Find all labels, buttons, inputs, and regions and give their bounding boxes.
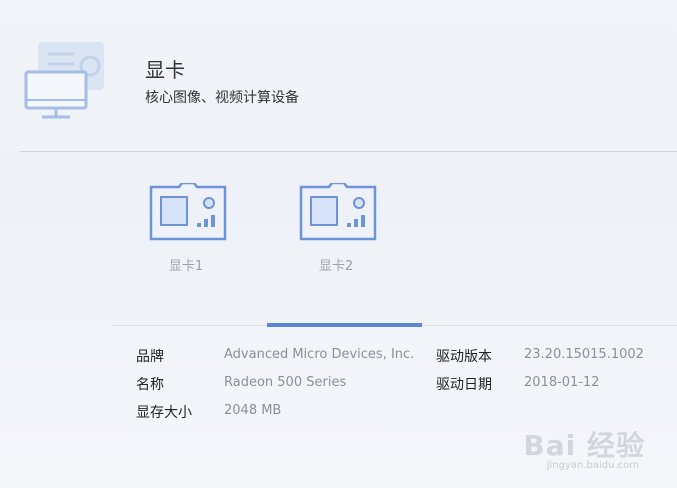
brand-value: Advanced Micro Devices, Inc. xyxy=(224,347,415,362)
driver-date-label: 驱动日期 xyxy=(436,377,492,393)
brand-label: 品牌 xyxy=(136,349,164,365)
selected-card-indicator xyxy=(267,323,422,327)
gpu-card-1[interactable]: 显卡1 xyxy=(141,183,231,283)
display-adapter-icon xyxy=(24,40,108,120)
vram-value: 2048 MB xyxy=(224,403,282,418)
name-value: Radeon 500 Series xyxy=(224,375,347,390)
graphics-card-icon xyxy=(149,183,227,241)
baidu-jingyan-watermark: Bai 经验 jingyan.baidu.com xyxy=(495,420,645,471)
vram-label: 显存大小 xyxy=(136,405,192,421)
gpu-card-label: 显卡2 xyxy=(318,259,354,274)
gpu-card-2[interactable]: 显卡2 xyxy=(291,183,381,283)
driver-version-value: 23.20.15015.1002 xyxy=(524,347,644,362)
driver-date-value: 2018-01-12 xyxy=(524,375,600,390)
header-divider xyxy=(20,151,677,152)
name-label: 名称 xyxy=(136,377,164,393)
watermark-url: jingyan.baidu.com xyxy=(546,460,639,471)
page-title: 显卡 xyxy=(145,58,185,82)
watermark-logo-text: Bai 经验 xyxy=(523,429,645,462)
graphics-card-icon xyxy=(299,183,377,241)
driver-version-label: 驱动版本 xyxy=(436,349,492,365)
gpu-card-label: 显卡1 xyxy=(168,259,204,274)
page-subtitle: 核心图像、视频计算设备 xyxy=(145,90,299,106)
